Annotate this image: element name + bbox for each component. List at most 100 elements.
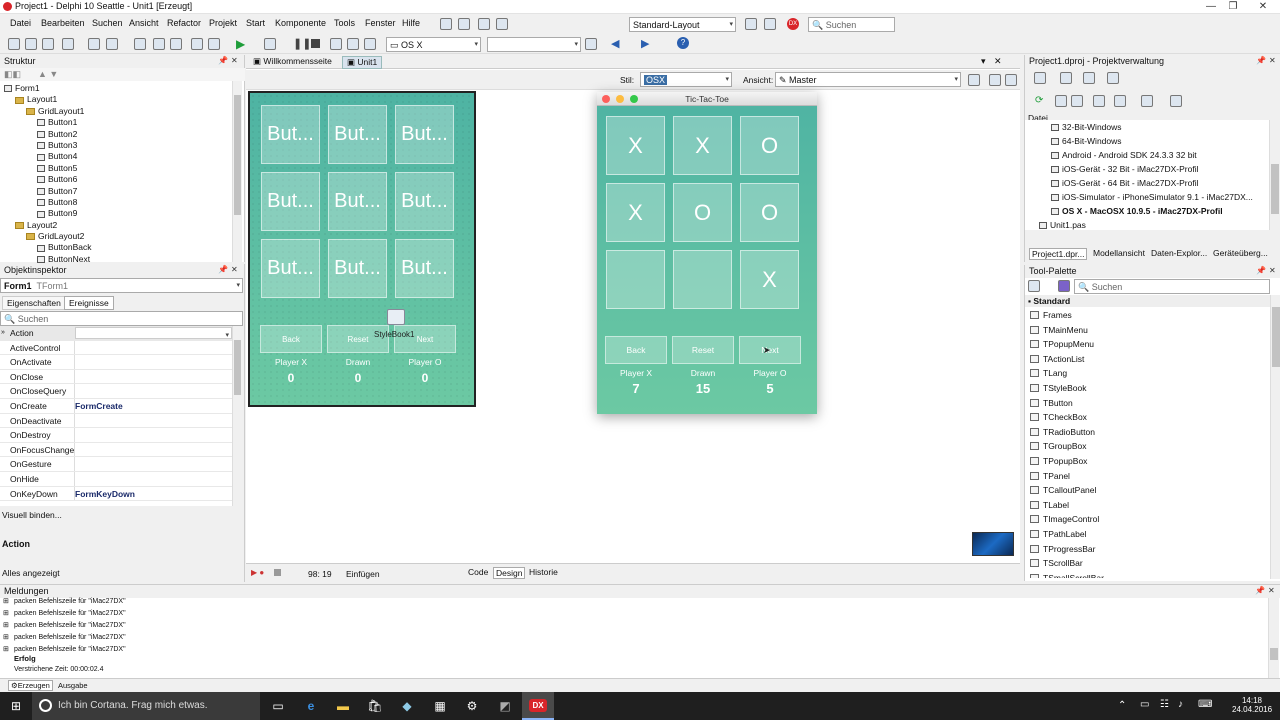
minimize-icon[interactable]: — (1202, 0, 1220, 14)
runtime-cell-button[interactable]: O (740, 183, 799, 242)
tray-up-icon[interactable]: ⌃ (1118, 700, 1126, 711)
message-line[interactable]: ⊞ packen Befehlszeile für "iMac27DX" (0, 620, 1268, 632)
panel-close-icon[interactable]: ✕ (1269, 56, 1276, 65)
tray-network-icon[interactable]: ☷ (1160, 699, 1169, 710)
runtime-cell-button[interactable]: X (740, 250, 799, 309)
save-all-icon[interactable] (153, 38, 165, 50)
tray-battery-icon[interactable]: ▭ (1140, 699, 1149, 710)
cortana-search-box[interactable]: Ich bin Cortana. Frag mich etwas. (32, 692, 260, 720)
run-without-debug-icon[interactable] (264, 38, 276, 50)
pm-filter-icon[interactable] (1114, 95, 1126, 107)
palette-item[interactable]: TStyleBook (1025, 381, 1270, 396)
property-value[interactable]: FormCreate (75, 399, 123, 414)
tab-erzeugen[interactable]: ⚙Erzeugen (8, 680, 53, 691)
inspector-group-row[interactable]: » Action ▾ (0, 326, 232, 341)
runtime-cell-button[interactable]: O (673, 183, 732, 242)
store-icon[interactable]: 🛍 (359, 692, 391, 720)
expand-icon[interactable]: ⊞ (3, 644, 9, 656)
tab-design[interactable]: Design (493, 567, 526, 579)
menu-tools[interactable]: Tools (334, 18, 355, 28)
calculator-icon[interactable]: ▦ (424, 692, 456, 720)
pm-icon-2[interactable] (1060, 72, 1072, 84)
tab-code[interactable]: Code (466, 567, 490, 577)
runtime-back-button[interactable]: Back (605, 336, 667, 364)
config-combo[interactable]: ▾ (487, 37, 581, 52)
menu-projekt[interactable]: Projekt (209, 18, 237, 28)
panel-close-icon[interactable]: ✕ (231, 56, 238, 65)
inspector-row[interactable]: OnCloseQuery (0, 384, 232, 399)
view-icon-1[interactable] (968, 74, 980, 86)
explorer-icon[interactable]: ▬ (327, 692, 359, 720)
project-tab[interactable]: Project1.dpr... (1029, 248, 1088, 260)
palette-filter-icon[interactable] (1058, 280, 1070, 292)
structure-tree-item[interactable]: Form1 (4, 83, 232, 94)
forward-arrow-icon[interactable]: ▶ (641, 37, 649, 50)
palette-item[interactable]: TScrollBar (1025, 556, 1270, 571)
palette-item[interactable]: TButton (1025, 396, 1270, 411)
tab-willkommensseite[interactable]: ▣ Willkommensseite (250, 56, 335, 67)
menu-komponente[interactable]: Komponente (275, 18, 326, 28)
reopen-icon[interactable] (88, 38, 100, 50)
tab-close-icon[interactable]: ✕ (994, 56, 1002, 67)
device-manager-icon[interactable] (585, 38, 597, 50)
ide-search-input[interactable]: 🔍 Suchen (808, 17, 895, 32)
menu-start[interactable]: Start (246, 18, 265, 28)
panel-close-icon[interactable]: ✕ (1268, 586, 1275, 595)
design-cell-button[interactable]: But... (261, 239, 320, 298)
menu-suchen[interactable]: Suchen (92, 18, 123, 28)
project-tree-item[interactable]: iOS-Gerät - 64 Bit - iMac27DX-Profil (1025, 176, 1269, 190)
run-icon[interactable]: ▶ (236, 37, 245, 51)
runtime-cell-button[interactable] (606, 250, 665, 309)
pin-icon[interactable]: 📌 (1256, 56, 1266, 65)
project-tree-item[interactable]: Unit1.pas (1025, 218, 1269, 230)
run-until-return-icon[interactable] (364, 38, 376, 50)
view-combo[interactable]: ✎ Master ▾ (775, 72, 961, 87)
project-tree-item[interactable]: 32-Bit-Windows (1025, 120, 1269, 134)
inspector-row[interactable]: OnDestroy (0, 428, 232, 443)
tray-clock[interactable]: 14:18 24.04.2016 (1232, 696, 1272, 714)
palette-item[interactable]: TLabel (1025, 498, 1270, 513)
runtime-cell-button[interactable]: X (606, 183, 665, 242)
pm-icon-1[interactable] (1034, 72, 1046, 84)
palette-item[interactable]: TPopupBox (1025, 454, 1270, 469)
visual-bind-link[interactable]: Visuell binden... (2, 510, 62, 520)
design-cell-button[interactable]: But... (328, 172, 387, 231)
record-macro-icon[interactable]: ▶ ● (251, 568, 264, 577)
palette-item[interactable]: TSmallScrollBar (1025, 571, 1270, 578)
layout-combo[interactable]: Standard-Layout ▾ (629, 17, 736, 32)
structure-tree-item[interactable]: Button4 (4, 151, 232, 162)
project-tree-item[interactable]: iOS-Simulator - iPhoneSimulator 9.1 - iM… (1025, 190, 1269, 204)
tray-keyboard-icon[interactable]: ⌨ (1198, 699, 1212, 710)
layout-switch-icon[interactable] (764, 18, 776, 30)
design-cell-button[interactable]: But... (395, 105, 454, 164)
runtime-cell-button[interactable]: X (673, 116, 732, 175)
expand-icon[interactable]: » (1, 326, 5, 341)
help-search-icon[interactable] (478, 18, 490, 30)
project-tab[interactable]: Modellansicht (1091, 248, 1147, 258)
remote-icon[interactable] (496, 18, 508, 30)
design-cell-button[interactable]: But... (328, 105, 387, 164)
runtime-cell-button[interactable] (673, 250, 732, 309)
open-project-icon[interactable] (106, 38, 118, 50)
palette-item[interactable]: TMainMenu (1025, 323, 1270, 338)
structure-tree-item[interactable]: Button8 (4, 197, 232, 208)
inspector-scrollbar[interactable] (232, 326, 242, 506)
design-cell-button[interactable]: But... (395, 239, 454, 298)
layout-save-icon[interactable] (745, 18, 757, 30)
design-cell-button[interactable]: But... (395, 172, 454, 231)
open-project2-icon[interactable] (170, 38, 182, 50)
palette-item[interactable]: TCalloutPanel (1025, 483, 1270, 498)
palette-item[interactable]: Frames (1025, 308, 1270, 323)
menu-fenster[interactable]: Fenster (365, 18, 396, 28)
tray-volume-icon[interactable]: ♪ (1178, 699, 1183, 710)
calendar-icon[interactable] (458, 18, 470, 30)
palette-item[interactable]: TCheckBox (1025, 410, 1270, 425)
design-back-button[interactable]: Back (260, 325, 322, 353)
pin-icon[interactable]: 📌 (218, 265, 228, 274)
palette-item[interactable]: TLang (1025, 366, 1270, 381)
project-tab[interactable]: Daten-Explor... (1149, 248, 1209, 258)
structure-tree-item[interactable]: Button5 (4, 163, 232, 174)
palette-search-input[interactable]: 🔍 Suchen (1074, 279, 1270, 294)
inspector-row[interactable]: OnGesture (0, 457, 232, 472)
expand-icon[interactable]: ⊞ (3, 596, 9, 608)
